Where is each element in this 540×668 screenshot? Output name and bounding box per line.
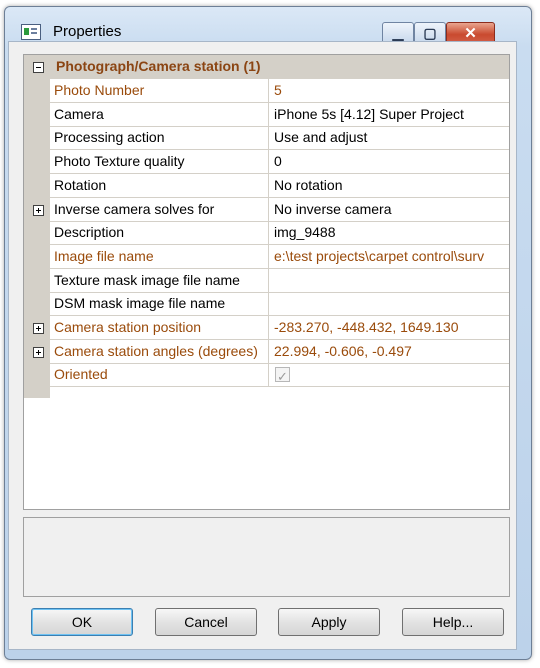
property-row[interactable]: Camera iPhone 5s [4.12] Super Project <box>50 102 509 127</box>
property-row[interactable]: Rotation No rotation <box>50 173 509 198</box>
property-name: Photo Number <box>50 79 269 102</box>
property-row[interactable]: Camera station angles (degrees) 22.994, -… <box>50 339 509 364</box>
property-name: Description <box>50 221 269 245</box>
property-name: Camera station position <box>50 316 269 339</box>
title-bar[interactable]: Properties ▁ ▢ ✕ <box>5 7 531 45</box>
property-value[interactable]: iPhone 5s [4.12] Super Project <box>270 103 509 126</box>
property-value[interactable] <box>270 269 509 292</box>
property-row[interactable]: Texture mask image file name <box>50 268 509 293</box>
property-name: Camera station angles (degrees) <box>50 339 269 363</box>
property-name: Image file name <box>50 244 269 268</box>
apply-button[interactable]: Apply <box>278 608 380 636</box>
property-value[interactable]: Use and adjust <box>270 126 509 149</box>
property-name: Oriented <box>50 363 269 387</box>
property-name: Processing action <box>50 126 269 150</box>
property-value[interactable]: 22.994, -0.606, -0.497 <box>270 340 509 363</box>
property-value[interactable]: -283.270, -448.432, 1649.130 <box>270 316 509 339</box>
property-row[interactable]: Photo Number 5 <box>50 79 509 103</box>
category-label: Photograph/Camera station (1) <box>56 58 261 74</box>
help-button-label: Help... <box>432 614 474 630</box>
cancel-button[interactable]: Cancel <box>155 608 257 636</box>
property-value[interactable]: No rotation <box>270 174 509 197</box>
category-row[interactable]: Photograph/Camera station (1) <box>24 55 509 79</box>
plus-box-icon[interactable] <box>33 346 44 358</box>
minus-box-icon[interactable] <box>33 62 44 73</box>
property-name: Camera <box>50 102 269 126</box>
property-row[interactable]: DSM mask image file name <box>50 292 509 317</box>
property-row[interactable]: Description img_9488 <box>50 221 509 246</box>
property-value[interactable]: 5 <box>270 79 509 102</box>
property-value[interactable] <box>270 292 509 315</box>
property-value[interactable]: e:\test projects\carpet control\surv <box>270 245 509 268</box>
plus-box-icon[interactable] <box>33 323 44 334</box>
property-row[interactable]: Inverse camera solves for No inverse came… <box>50 197 509 222</box>
window-title: Properties <box>53 23 122 40</box>
property-name: Texture mask image file name <box>50 268 269 292</box>
cancel-button-label: Cancel <box>184 614 228 630</box>
property-row[interactable]: Image file name e:\test projects\carpet c… <box>50 244 509 269</box>
property-value[interactable]: No inverse camera <box>270 198 509 221</box>
property-name: Rotation <box>50 173 269 197</box>
property-row[interactable]: Photo Texture quality 0 <box>50 150 509 175</box>
property-value[interactable]: 0 <box>270 150 509 173</box>
property-name: Inverse camera solves for <box>50 197 269 221</box>
apply-button-label: Apply <box>311 614 347 630</box>
property-row[interactable]: Processing action Use and adjust <box>50 126 509 151</box>
plus-box-icon[interactable] <box>33 204 44 216</box>
property-name: Photo Texture quality <box>50 150 269 174</box>
property-grid[interactable]: Photograph/Camera station (1) Photo Numb… <box>23 54 510 510</box>
description-pane <box>23 517 510 597</box>
property-row[interactable]: Oriented <box>50 363 509 388</box>
property-value[interactable]: img_9488 <box>270 221 509 244</box>
ok-button-label: OK <box>71 614 93 630</box>
property-value[interactable] <box>270 363 509 386</box>
properties-window-icon <box>21 24 41 40</box>
property-name: DSM mask image file name <box>50 292 269 316</box>
ok-button[interactable]: OK <box>31 608 133 636</box>
property-row[interactable]: Camera station position -283.270, -448.43… <box>50 316 509 340</box>
oriented-checkbox[interactable] <box>275 365 290 386</box>
help-button[interactable]: Help... <box>402 608 504 636</box>
